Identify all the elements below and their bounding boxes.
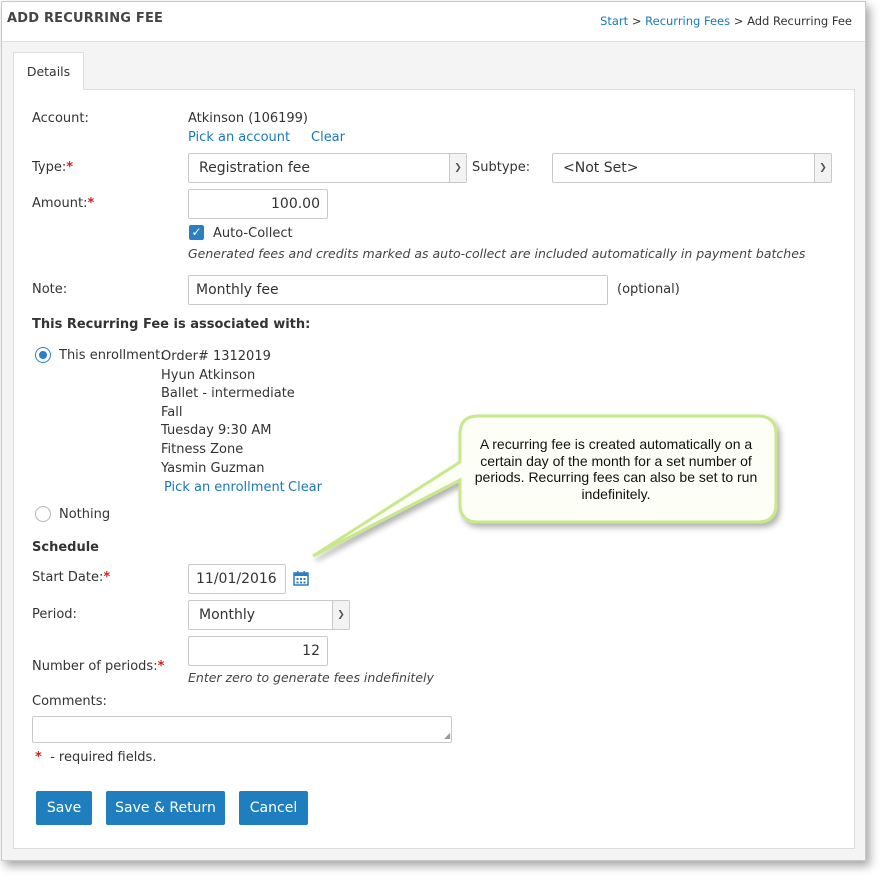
- enrollment-details: Order# 1312019 Hyun Atkinson Ballet - in…: [161, 348, 295, 478]
- nothing-label: Nothing: [59, 507, 111, 522]
- breadcrumb-start-link[interactable]: Start: [600, 14, 628, 28]
- auto-collect-label: Auto-Collect: [213, 226, 293, 241]
- breadcrumb-recurring-fees-link[interactable]: Recurring Fees: [645, 14, 730, 28]
- enrollment-line: Hyun Atkinson: [161, 367, 256, 383]
- pick-account-link[interactable]: Pick an account: [188, 130, 290, 145]
- enrollment-line: Fitness Zone: [161, 441, 244, 457]
- enrollment-radio[interactable]: [35, 347, 51, 363]
- page-title: ADD RECURRING FEE: [7, 11, 164, 26]
- enrollment-line: Fall: [161, 404, 183, 420]
- enrollment-line: Tuesday 9:30 AM: [161, 423, 272, 439]
- type-select[interactable]: Registration fee ❯: [188, 153, 467, 183]
- auto-collect-checkbox[interactable]: ✓: [189, 225, 204, 240]
- required-marker: *: [87, 196, 95, 211]
- required-marker: *: [66, 160, 74, 175]
- calendar-icon[interactable]: [293, 570, 309, 586]
- required-marker: *: [157, 659, 165, 674]
- subtype-select-value: <Not Set>: [563, 160, 639, 176]
- number-of-periods-label: Number of periods:*: [32, 659, 165, 674]
- subtype-select[interactable]: <Not Set> ❯: [552, 153, 832, 183]
- chevron-down-icon: ❯: [332, 601, 349, 629]
- breadcrumb-separator: >: [730, 14, 748, 28]
- nothing-radio[interactable]: [35, 506, 51, 522]
- type-label: Type:*: [32, 160, 74, 175]
- note-optional: (optional): [617, 282, 680, 297]
- enrollment-line: Ballet - intermediate: [161, 386, 295, 402]
- pick-enrollment-link[interactable]: Pick an enrollment: [164, 480, 285, 495]
- callout-text: A recurring fee is created automatically…: [474, 436, 758, 502]
- account-label: Account:: [32, 111, 89, 126]
- required-marker: *: [103, 570, 111, 585]
- tab-details[interactable]: Details: [13, 52, 84, 90]
- enrollment-label: This enrollment:: [59, 348, 165, 363]
- resize-grip-icon[interactable]: ◢: [444, 731, 450, 740]
- subtype-label: Subtype:: [472, 160, 531, 175]
- auto-collect-hint: Generated fees and credits marked as aut…: [188, 246, 806, 261]
- save-and-return-button[interactable]: Save & Return: [106, 791, 225, 825]
- note-input[interactable]: Monthly fee: [188, 275, 608, 305]
- recurring-fee-window: ADD RECURRING FEE Start > Recurring Fees…: [1, 1, 866, 861]
- type-select-value: Registration fee: [199, 160, 311, 176]
- required-fields-note: * - required fields.: [35, 750, 157, 765]
- amount-label: Amount:*: [32, 196, 95, 211]
- number-of-periods-input[interactable]: 12: [188, 636, 328, 666]
- enrollment-line: Yasmin Guzman: [161, 460, 265, 476]
- cancel-button[interactable]: Cancel: [239, 791, 308, 825]
- comments-textarea[interactable]: [32, 716, 452, 743]
- account-value: Atkinson (106199): [188, 111, 309, 126]
- period-label: Period:: [32, 607, 77, 622]
- save-button[interactable]: Save: [36, 791, 92, 825]
- breadcrumb-separator: >: [628, 14, 646, 28]
- breadcrumb-current: Add Recurring Fee: [747, 14, 852, 28]
- period-select-value: Monthly: [199, 607, 256, 623]
- enrollment-line: Order# 1312019: [161, 349, 271, 364]
- chevron-down-icon: ❯: [449, 154, 466, 182]
- period-select[interactable]: Monthly ❯: [188, 600, 350, 630]
- note-label: Note:: [32, 282, 68, 297]
- clear-enrollment-link[interactable]: Clear: [288, 480, 322, 495]
- number-of-periods-hint: Enter zero to generate fees indefinitely: [188, 670, 434, 685]
- schedule-heading: Schedule: [32, 540, 99, 555]
- association-heading: This Recurring Fee is associated with:: [32, 317, 311, 332]
- amount-input[interactable]: 100.00: [188, 189, 328, 219]
- start-date-label: Start Date:*: [32, 570, 111, 585]
- clear-account-link[interactable]: Clear: [311, 130, 345, 145]
- page-header: ADD RECURRING FEE Start > Recurring Fees…: [2, 2, 865, 42]
- comments-label: Comments:: [32, 694, 107, 709]
- chevron-down-icon: ❯: [814, 154, 831, 182]
- breadcrumb: Start > Recurring Fees > Add Recurring F…: [600, 14, 852, 28]
- start-date-input[interactable]: 11/01/2016: [188, 564, 286, 594]
- required-marker: *: [35, 750, 42, 765]
